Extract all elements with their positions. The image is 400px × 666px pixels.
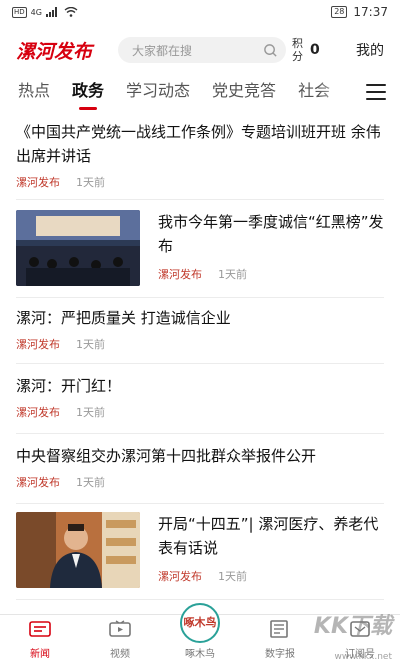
news-time: 1天前	[218, 268, 247, 281]
tab-fade	[318, 78, 348, 108]
news-item[interactable]: 《中国共产党统一战线工作条例》专题培训班开班 余伟出席并讲话漯河发布 1天前	[16, 114, 384, 200]
news-item[interactable]: 漯河：严把质量关 打造诚信企业漯河发布 1天前	[16, 300, 384, 364]
news-time: 1天前	[76, 476, 105, 489]
wifi-icon	[64, 7, 78, 17]
tab-0[interactable]: 热点	[18, 78, 50, 104]
news-title: 中央督察组交办漯河第十四批群众举报件公开	[16, 447, 317, 465]
nav-label: 数字报	[265, 649, 295, 660]
search-placeholder: 大家都在搜	[132, 43, 193, 58]
nav-woodpecker[interactable]: 啄木鸟 啄木鸟	[160, 603, 240, 666]
network-indicator: 4G	[30, 7, 42, 17]
news-text: 开局“十四五”| 漯河医疗、养老代表有话说漯河发布 1天前	[158, 512, 384, 584]
search-input[interactable]: 大家都在搜	[118, 37, 286, 63]
nav-news[interactable]: 新闻	[0, 615, 80, 666]
woodpecker-icon: 啄木鸟	[180, 603, 220, 643]
tab-3[interactable]: 党史竞答	[212, 78, 276, 104]
hd-indicator: HD	[12, 6, 27, 18]
news-title: 我市今年第一季度诚信“红黑榜”发布	[158, 213, 384, 255]
news-time: 1天前	[76, 406, 105, 419]
news-item[interactable]: 开局“十四五”| 漯河医疗、养老代表有话说漯河发布 1天前	[16, 508, 384, 600]
watermark: KK下载	[313, 614, 392, 639]
news-meta: 漯河发布 1天前	[158, 568, 384, 584]
news-thumbnail	[16, 512, 140, 588]
watermark-url: www.kkx.net	[334, 652, 393, 662]
news-icon	[29, 620, 51, 645]
app-header: 漯河发布 大家都在搜 积分 0 我的	[0, 28, 400, 72]
news-meta: 漯河发布 1天前	[16, 174, 384, 190]
news-item[interactable]: 漯河：开门红！ 漯河发布 1天前	[16, 368, 384, 434]
nav-label: 视频	[110, 649, 130, 660]
points-label: 积分	[292, 37, 303, 63]
news-time: 1天前	[218, 570, 247, 583]
nav-video[interactable]: 视频	[80, 615, 160, 666]
news-source: 漯河发布	[16, 176, 60, 189]
nav-newspaper[interactable]: 数字报	[240, 615, 320, 666]
news-meta: 漯河发布 1天前	[16, 474, 384, 490]
search-icon	[264, 43, 277, 57]
news-title: 《中国共产党统一战线工作条例》专题培训班开班 余伟出席并讲话	[16, 123, 381, 165]
video-icon	[109, 620, 131, 645]
signal-icon	[45, 7, 57, 17]
news-source: 漯河发布	[16, 338, 60, 351]
news-meta: 漯河发布 1天前	[16, 336, 384, 352]
points-button[interactable]: 积分 0	[292, 37, 320, 63]
mine-button[interactable]: 我的	[356, 40, 384, 60]
app-logo: 漯河发布	[16, 40, 93, 63]
news-source: 漯河发布	[16, 476, 60, 489]
tab-2[interactable]: 学习动态	[126, 78, 190, 104]
news-source: 漯河发布	[158, 570, 202, 583]
news-title: 漯河：开门红！	[16, 377, 122, 395]
news-title: 漯河：严把质量关 打造诚信企业	[16, 309, 231, 327]
status-bar: HD 4G 28 17:37	[0, 0, 400, 24]
news-thumbnail	[16, 210, 140, 286]
news-time: 1天前	[76, 338, 105, 351]
news-text: 我市今年第一季度诚信“红黑榜”发布漯河发布 1天前	[158, 210, 384, 282]
clock: 17:37	[353, 5, 388, 19]
channel-tabs: 热点 政务 学习动态 党史竞答 社会	[0, 78, 340, 112]
nav-label: 新闻	[30, 649, 50, 660]
news-title: 开局“十四五”| 漯河医疗、养老代表有话说	[158, 515, 379, 557]
channel-menu-icon[interactable]	[366, 84, 386, 100]
newspaper-icon	[269, 620, 291, 645]
news-time: 1天前	[76, 176, 105, 189]
news-item[interactable]: 我市今年第一季度诚信“红黑榜”发布漯河发布 1天前	[16, 206, 384, 298]
news-meta: 漯河发布 1天前	[158, 266, 384, 282]
tab-1[interactable]: 政务	[72, 78, 104, 104]
news-source: 漯河发布	[158, 268, 202, 281]
battery-icon: 28	[331, 6, 348, 18]
news-source: 漯河发布	[16, 406, 60, 419]
news-meta: 漯河发布 1天前	[16, 404, 384, 420]
news-item[interactable]: 中央督察组交办漯河第十四批群众举报件公开漯河发布 1天前	[16, 438, 384, 504]
points-value: 0	[310, 42, 320, 58]
nav-label: 啄木鸟	[185, 649, 215, 660]
